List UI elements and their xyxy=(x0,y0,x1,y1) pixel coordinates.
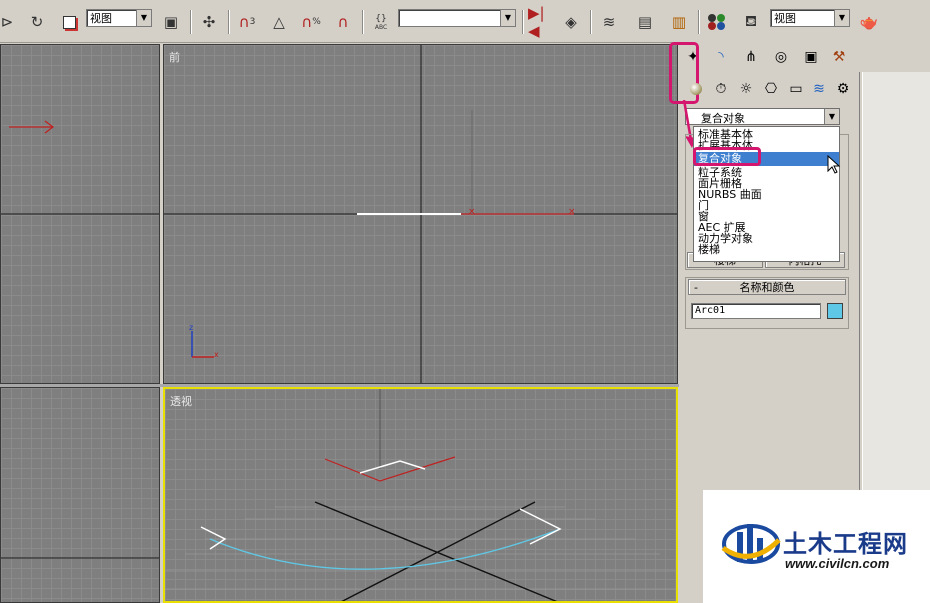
schematic-view-icon[interactable]: ▥ xyxy=(666,9,692,35)
main-toolbar: ⊳ ↻ 视图 ▼ ▣ ✣ ∩ 3 △ ∩% ∩ {} ABC ▼ ▶|◀ ◈ ≋ ▤… xyxy=(0,0,930,43)
abc-label: ABC xyxy=(374,23,388,31)
helpers-icon[interactable]: ▭ xyxy=(784,78,808,100)
mirror-icon[interactable]: ▶|◀ xyxy=(528,4,554,40)
chevron-down-icon: ▼ xyxy=(824,109,839,124)
perspective-viewport-graphics xyxy=(165,389,676,601)
align-icon[interactable]: ◈ xyxy=(558,9,584,35)
logo-brand-cn: 土木工程网 xyxy=(783,530,908,558)
chevron-down-icon: ▼ xyxy=(500,10,515,26)
render-type-combo[interactable]: 视图 ▼ xyxy=(770,9,850,27)
display-tab[interactable]: ▣ xyxy=(799,46,823,68)
systems-icon[interactable]: ⚙ xyxy=(831,78,855,100)
watermark-logo: 土木工程网 www.civilcn.com xyxy=(703,490,930,603)
manipulate-icon[interactable]: ✣ xyxy=(196,9,222,35)
chevron-down-icon: ▼ xyxy=(136,10,151,26)
utilities-tab[interactable]: ⚒ xyxy=(827,46,851,68)
category-selected-value: 复合对象 xyxy=(701,112,745,125)
viewport-perspective[interactable]: 透视 xyxy=(163,387,678,603)
category-option[interactable]: NURBS 曲面 xyxy=(694,189,839,200)
name-color-title: 名称和颜色 xyxy=(739,281,795,294)
category-dropdown[interactable]: 复合对象 ▼ xyxy=(685,108,840,125)
geometry-icon[interactable] xyxy=(684,78,708,100)
panel-scroll-area xyxy=(862,72,930,532)
edit-named-selection-icon[interactable]: {} ABC xyxy=(368,9,394,35)
material-editor-icon[interactable] xyxy=(704,9,730,35)
toolbar-separator xyxy=(590,10,592,34)
space-warps-icon[interactable]: ≋ xyxy=(807,78,831,100)
spinner-snap-icon[interactable]: ∩ xyxy=(330,9,356,35)
toolbar-separator xyxy=(522,10,524,34)
object-name-value: Arc01 xyxy=(695,305,726,316)
named-selection-combo[interactable]: ▼ xyxy=(398,9,516,27)
track-view-icon[interactable]: ▤ xyxy=(632,9,658,35)
category-option[interactable]: 门 xyxy=(694,200,839,211)
viewport-divider xyxy=(0,384,679,387)
chevron-down-icon: ▼ xyxy=(834,10,849,26)
render-scene-icon[interactable]: ⛾ xyxy=(738,9,764,35)
front-viewport-graphics xyxy=(164,45,677,383)
pivot-center-icon[interactable]: ▣ xyxy=(158,9,184,35)
toolbar-separator xyxy=(698,10,700,34)
hierarchy-tab[interactable]: ⋔ xyxy=(739,46,763,68)
category-option[interactable]: 楼梯 xyxy=(694,244,839,255)
shapes-icon[interactable]: ⏱ xyxy=(709,78,733,100)
axis-x-label: x xyxy=(214,350,219,359)
render-type-value: 视图 xyxy=(774,12,796,25)
toolbar-separator xyxy=(362,10,364,34)
gizmo-x-label: × xyxy=(568,207,576,217)
object-color-swatch[interactable] xyxy=(827,303,843,319)
mouse-cursor-icon xyxy=(827,155,841,174)
name-color-rollout-header[interactable]: - 名称和颜色 xyxy=(688,279,846,295)
lights-icon[interactable]: ☼ xyxy=(734,78,758,100)
select-link-icon[interactable]: ⊳ xyxy=(0,9,20,35)
angle-snap-icon[interactable]: △ xyxy=(266,9,292,35)
top-viewport-graphics xyxy=(1,120,159,215)
viewport-left[interactable] xyxy=(0,387,160,603)
rotate-icon[interactable]: ↻ xyxy=(24,9,50,35)
viewport-front[interactable]: 前 z x × × xyxy=(163,44,678,384)
scale-icon[interactable] xyxy=(56,9,82,35)
viewport-top[interactable] xyxy=(0,44,160,384)
layer-manager-icon[interactable]: ≋ xyxy=(596,9,622,35)
reference-coord-value: 视图 xyxy=(90,12,112,25)
motion-tab[interactable]: ◎ xyxy=(769,46,793,68)
reference-coord-combo[interactable]: 视图 ▼ xyxy=(86,9,152,27)
gizmo-x-label: × xyxy=(468,207,476,217)
percent-snap-label: % xyxy=(312,17,321,27)
quick-render-teapot-icon[interactable]: 🫖 xyxy=(856,9,882,35)
snap-toggle-icon[interactable]: ∩ 3 xyxy=(234,9,260,35)
toolbar-separator xyxy=(190,10,192,34)
modify-tab[interactable]: ◝ xyxy=(709,46,733,68)
cameras-icon[interactable]: ⎔ xyxy=(759,78,783,100)
material-spheres-icon xyxy=(708,14,725,30)
panel-scroll-divider xyxy=(859,72,860,532)
civilcn-logo-icon xyxy=(721,524,781,564)
logo-brand-url: www.civilcn.com xyxy=(785,556,890,571)
axis-z-label: z xyxy=(189,323,194,332)
selected-option-highlight xyxy=(693,147,761,166)
snap-level: 3 xyxy=(249,17,256,27)
left-viewport-graphics xyxy=(1,557,159,559)
percent-snap-icon[interactable]: ∩% xyxy=(298,9,324,35)
object-name-field[interactable]: Arc01 xyxy=(691,303,821,319)
toolbar-separator xyxy=(228,10,230,34)
